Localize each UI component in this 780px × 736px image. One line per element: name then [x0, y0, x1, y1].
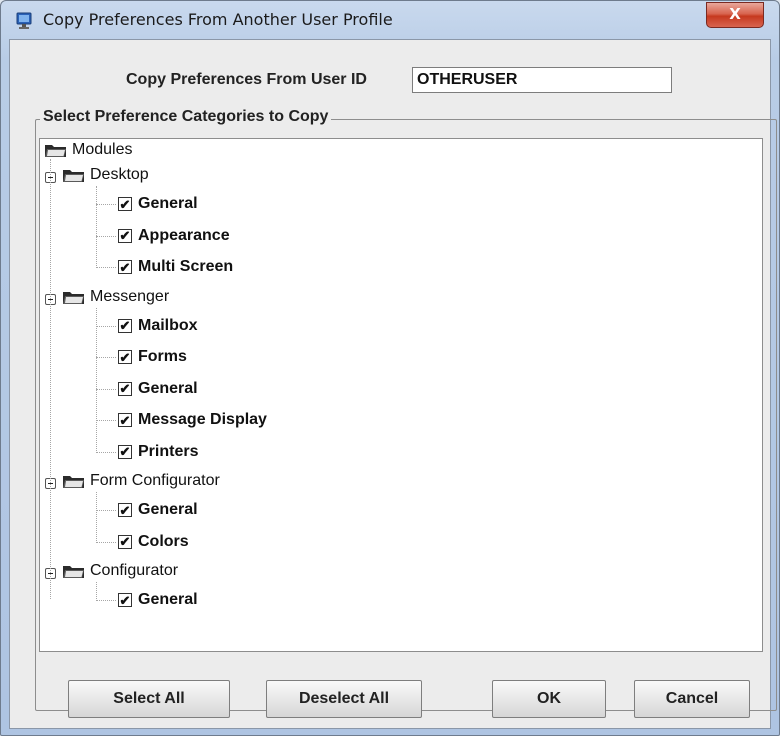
tree-item-checkbox-row[interactable]: ✔ Printers: [118, 443, 198, 461]
tree-connector: [96, 492, 97, 543]
tree-connector: [96, 235, 116, 237]
checkbox[interactable]: ✔: [118, 350, 132, 364]
checkbox-label: Multi Screen: [138, 258, 234, 275]
tree-item-checkbox-row[interactable]: ✔ Mailbox: [118, 317, 198, 335]
checkbox-label: Colors: [138, 532, 189, 550]
tree-connector: [96, 451, 116, 453]
module-label: Desktop: [90, 166, 149, 183]
tree-item-checkbox-row[interactable]: ✔ General: [118, 195, 198, 213]
app-icon: [15, 12, 33, 30]
module-label: Messenger: [90, 287, 170, 305]
tree-item-checkbox-row[interactable]: ✔ Multi Screen: [118, 258, 233, 276]
checkbox-label: Message Display: [138, 411, 267, 428]
dialog-window: Copy Preferences From Another User Profi…: [0, 0, 780, 736]
cancel-button[interactable]: Cancel: [634, 680, 750, 718]
folder-icon: [44, 142, 68, 158]
tree-connector: [96, 307, 97, 453]
tree-item-checkbox-row[interactable]: ✔ General: [118, 591, 198, 609]
tree-node-module[interactable]: Messenger: [62, 288, 169, 306]
title-bar[interactable]: Copy Preferences From Another User Profi…: [1, 1, 779, 39]
tree-root-label: Modules: [72, 141, 133, 158]
deselect-all-button[interactable]: Deselect All: [266, 680, 422, 718]
tree-connector: [96, 420, 116, 421]
tree-item-checkbox-row[interactable]: ✔ Appearance: [118, 227, 230, 245]
checkbox[interactable]: ✔: [118, 197, 132, 211]
tree-item-checkbox-row[interactable]: ✔ Colors: [118, 533, 189, 551]
select-all-button[interactable]: Select All: [68, 680, 230, 718]
tree-connector: [96, 388, 116, 390]
checkbox[interactable]: ✔: [118, 413, 132, 427]
folder-icon: [62, 563, 86, 579]
folder-icon: [62, 289, 86, 305]
folder-icon: [62, 473, 86, 489]
checkbox[interactable]: ✔: [118, 318, 132, 333]
tree-connector: [96, 267, 116, 268]
checkbox-label: General: [138, 379, 198, 397]
dialog-body: Copy Preferences From User ID Select Pre…: [9, 39, 777, 729]
folder-icon: [62, 167, 86, 183]
checkbox-label: Printers: [138, 442, 199, 460]
tree-connector: [96, 510, 116, 511]
checkbox[interactable]: ✔: [118, 503, 132, 517]
tree-item-checkbox-row[interactable]: ✔ Forms: [118, 348, 187, 366]
tree-connector: [96, 357, 116, 358]
user-id-label: Copy Preferences From User ID: [126, 71, 367, 88]
checkbox-label: Forms: [138, 348, 187, 365]
checkbox[interactable]: ✔: [118, 228, 132, 243]
tree-connector: [96, 325, 116, 327]
tree-connector: [96, 186, 97, 268]
module-label: Form Configurator: [90, 472, 220, 489]
tree-item-checkbox-row[interactable]: ✔ Message Display: [118, 411, 267, 429]
checkbox[interactable]: ✔: [118, 444, 132, 459]
tree-root[interactable]: Modules: [44, 141, 132, 159]
checkbox-label: General: [138, 195, 198, 212]
tree-connector: [96, 582, 97, 601]
categories-group-title: Select Preference Categories to Copy: [40, 108, 332, 126]
checkbox-label: General: [138, 501, 198, 518]
tree-item-checkbox-row[interactable]: ✔ General: [118, 501, 198, 519]
checkbox-label: Mailbox: [138, 316, 198, 334]
checkbox[interactable]: ✔: [118, 534, 132, 549]
tree-connector: [96, 600, 116, 601]
checkbox[interactable]: ✔: [118, 593, 132, 607]
tree-connector: [96, 204, 116, 205]
tree-node-module[interactable]: Form Configurator: [62, 472, 220, 490]
window-title: Copy Preferences From Another User Profi…: [43, 10, 393, 29]
tree-connector: [50, 159, 51, 599]
user-id-input[interactable]: [412, 67, 672, 93]
close-button[interactable]: X: [706, 2, 764, 28]
checkbox[interactable]: ✔: [118, 381, 132, 396]
tree-item-checkbox-row[interactable]: ✔ General: [118, 380, 198, 398]
categories-tree[interactable]: Modules Desktop ✔ General ✔ Appearance ✔ Multi …: [39, 138, 763, 652]
tree-connector: [96, 541, 116, 543]
checkbox-label: Appearance: [138, 226, 230, 244]
checkbox[interactable]: ✔: [118, 260, 132, 274]
ok-button[interactable]: OK: [492, 680, 606, 718]
tree-node-module[interactable]: Desktop: [62, 166, 149, 184]
tree-node-module[interactable]: Configurator: [62, 562, 178, 580]
checkbox-label: General: [138, 591, 198, 608]
module-label: Configurator: [90, 562, 179, 579]
